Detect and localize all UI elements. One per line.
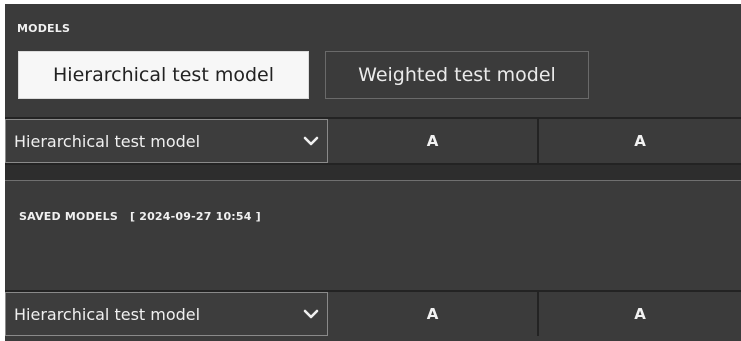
- section-divider: [5, 165, 741, 181]
- saved-models-label: SAVED MODELS: [19, 210, 118, 223]
- model-select-value: Hierarchical test model: [14, 131, 201, 151]
- models-section-label: MODELS: [17, 22, 71, 35]
- column-a-cell: A: [328, 119, 539, 163]
- model-row-top: Hierarchical test model A A: [5, 117, 741, 165]
- column-a-cell: A: [328, 292, 539, 336]
- saved-model-select-dropdown[interactable]: Hierarchical test model: [5, 292, 328, 336]
- column-a-cell: A: [634, 305, 646, 323]
- chevron-down-icon: [303, 309, 319, 319]
- chevron-down-icon: [303, 136, 319, 146]
- column-a-cell: A: [634, 132, 646, 150]
- saved-model-select-value: Hierarchical test model: [14, 304, 201, 324]
- tab-hierarchical-test-model[interactable]: Hierarchical test model: [18, 51, 309, 99]
- model-row-bottom: Hierarchical test model A A: [5, 290, 741, 336]
- saved-models-header: SAVED MODELS [ 2024-09-27 10:54 ]: [19, 210, 261, 223]
- models-panel: MODELS Hierarchical test model Weighted …: [5, 4, 741, 341]
- model-select-dropdown[interactable]: Hierarchical test model: [5, 119, 328, 163]
- saved-models-timestamp: [ 2024-09-27 10:54 ]: [129, 210, 261, 223]
- tab-weighted-test-model[interactable]: Weighted test model: [325, 51, 589, 99]
